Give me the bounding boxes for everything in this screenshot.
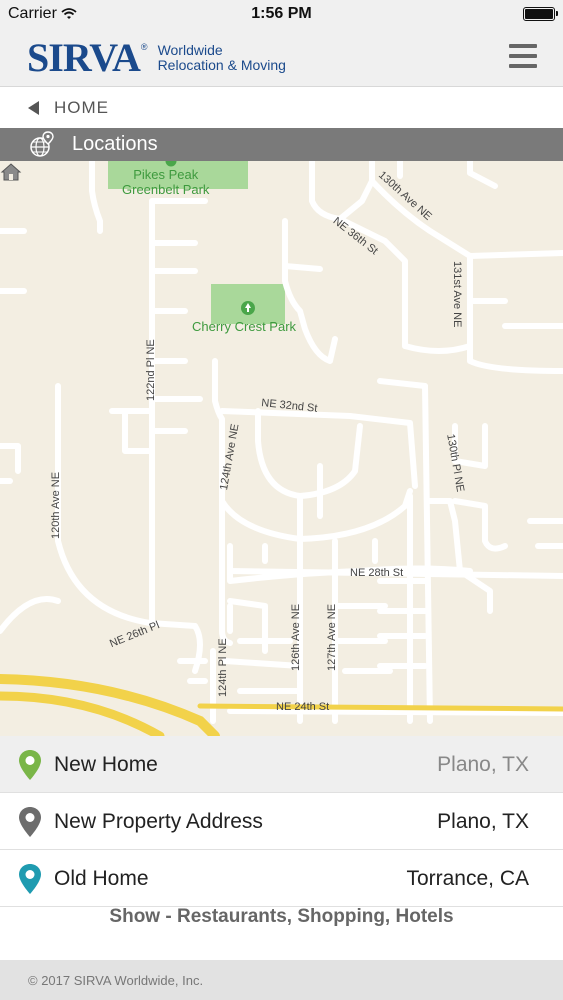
hamburger-menu-icon[interactable] xyxy=(509,44,537,68)
footer: © 2017 SIRVA Worldwide, Inc. xyxy=(0,960,563,1000)
app-header: SIRVA ® Worldwide Relocation & Moving xyxy=(0,30,563,87)
back-arrow-icon xyxy=(28,101,39,115)
park-label-pikes-peak: Pikes Peak Greenbelt Park xyxy=(122,167,210,197)
street-label: NE 24th St xyxy=(276,701,330,713)
location-name: New Property Address xyxy=(54,810,263,833)
tagline-line-2: Relocation & Moving xyxy=(157,57,286,73)
map-pin-icon xyxy=(19,864,41,894)
house-icon[interactable] xyxy=(0,161,22,183)
location-row-new-property-address[interactable]: New Property Address Plano, TX xyxy=(0,793,563,850)
home-back-button[interactable]: HOME xyxy=(0,88,563,128)
copyright-text: © 2017 SIRVA Worldwide, Inc. xyxy=(28,972,204,988)
location-row-old-home[interactable]: Old Home Torrance, CA xyxy=(0,850,563,907)
street-label: 122nd Pl NE xyxy=(145,339,157,401)
park-label-cherry-crest: Cherry Crest Park xyxy=(192,319,297,334)
location-city: Plano, TX xyxy=(437,753,529,776)
logo-wordmark: SIRVA xyxy=(27,35,141,80)
tagline-line-1: Worldwide xyxy=(157,42,223,58)
section-title: Locations xyxy=(72,133,158,155)
status-time: 1:56 PM xyxy=(251,5,312,22)
tree-icon xyxy=(241,301,255,315)
street-label: NE 28th St xyxy=(350,567,404,579)
location-list: New Home Plano, TX New Property Address … xyxy=(0,736,563,907)
location-name: Old Home xyxy=(54,867,149,890)
park-marker-icon xyxy=(165,161,177,167)
map-pin-icon xyxy=(19,807,41,837)
map-streets-layer xyxy=(0,161,563,736)
sirva-logo[interactable]: SIRVA ® Worldwide Relocation & Moving xyxy=(27,36,286,80)
map-pin-icon xyxy=(19,750,41,780)
location-city: Torrance, CA xyxy=(406,867,529,890)
street-label: 124th Pl NE xyxy=(217,638,229,697)
status-bar: Carrier 1:56 PM xyxy=(0,0,563,30)
battery-icon xyxy=(523,7,558,21)
location-name: New Home xyxy=(54,753,158,776)
logo-registered-mark: ® xyxy=(140,42,148,52)
logo-tagline: Worldwide Relocation & Moving xyxy=(158,43,286,73)
street-label: 131st Ave NE xyxy=(451,261,463,328)
map-view[interactable]: Pikes Peak Greenbelt Park Cherry Crest Pa… xyxy=(0,161,563,736)
locations-section-bar: Locations xyxy=(0,128,563,161)
street-label: 126th Ave NE xyxy=(290,603,302,671)
show-nearby-places-link[interactable]: Show - Restaurants, Shopping, Hotels xyxy=(0,906,563,928)
street-label: 120th Ave NE xyxy=(50,471,62,539)
location-city: Plano, TX xyxy=(437,810,529,833)
location-row-new-home[interactable]: New Home Plano, TX xyxy=(0,736,563,793)
street-label: 127th Ave NE xyxy=(326,603,338,671)
globe-pin-icon xyxy=(30,130,54,157)
home-label: HOME xyxy=(54,98,109,117)
